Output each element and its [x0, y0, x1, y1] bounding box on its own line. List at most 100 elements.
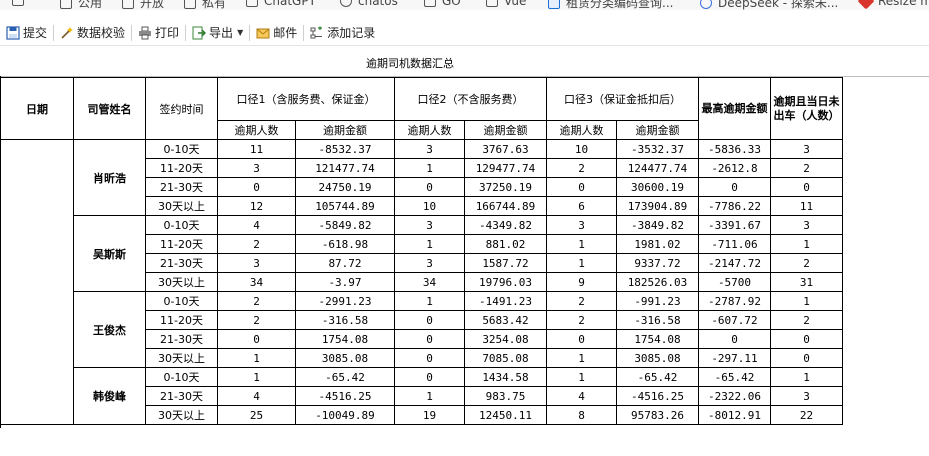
folder-icon	[424, 0, 436, 7]
submit-button[interactable]: 提交	[3, 22, 50, 44]
toolbar-divider	[131, 24, 133, 41]
caliber1-amount-cell: -5849.82	[295, 215, 395, 235]
caliber2-amount-cell: 3254.08	[464, 329, 547, 349]
caliber3-amount-cell: 173904.89	[616, 196, 699, 216]
caliber3-amount-cell: 1981.02	[616, 234, 699, 254]
sign-period-cell: 0-10天	[145, 215, 218, 235]
table-row: 肖昕浩 0-10天 11 -8532.37 3 3767.63 10 -3532.37 -583…	[0, 139, 843, 425]
export-button[interactable]: 导出 ▼	[189, 22, 246, 44]
bookmark-item[interactable]: Resize m...	[857, 0, 929, 10]
sign-period-cell: 30天以上	[145, 348, 218, 368]
folder-icon	[184, 0, 196, 9]
caliber1-amount-cell: -2991.23	[295, 291, 395, 311]
bookmark-item[interactable]: 租赁分类编码查询...	[548, 0, 673, 10]
caliber3-amount-cell: -65.42	[616, 367, 699, 387]
caliber3-count-cell: 9	[546, 272, 617, 292]
chevron-down-icon: ▼	[237, 28, 244, 37]
bookmark-item[interactable]: 公用	[60, 0, 102, 10]
toolbar-divider	[303, 24, 305, 41]
bookmark-item[interactable]: ChatGPT	[246, 0, 316, 8]
caliber3-count-cell: 2	[546, 310, 617, 330]
caliber1-count-cell: 1	[217, 367, 296, 387]
date-cell	[0, 139, 74, 425]
header-date: 日期	[0, 77, 74, 140]
submit-icon	[6, 25, 20, 40]
bookmark-item[interactable]: 开放	[122, 0, 164, 10]
print-button[interactable]: 打印	[135, 22, 182, 44]
bookmark-item[interactable]: 私有	[184, 0, 226, 10]
caliber1-count-cell: 3	[217, 253, 296, 273]
caliber2-amount-cell: 19796.03	[464, 272, 547, 292]
header-sign-time: 签约时间	[145, 77, 218, 140]
deepseek-icon	[700, 0, 712, 9]
caliber3-count-cell: 1	[546, 367, 617, 387]
bookmark-apps[interactable]	[12, 0, 24, 6]
caliber1-count-cell: 0	[217, 177, 296, 197]
header-count: 逾期人数	[217, 119, 296, 141]
caliber2-count-cell: 3	[394, 215, 465, 235]
resize-icon	[857, 0, 875, 10]
header-caliber3: 口径3（保证金抵扣后）	[546, 77, 699, 121]
folder-icon	[340, 0, 352, 7]
max-overdue-cell: -3391.67	[698, 215, 771, 235]
caliber1-count-cell: 11	[217, 139, 296, 159]
caliber1-amount-cell: 24750.19	[295, 177, 395, 197]
report-title: 逾期司机数据汇总	[366, 57, 454, 70]
caliber3-count-cell: 1	[546, 348, 617, 368]
caliber3-count-cell: 2	[546, 291, 617, 311]
max-overdue-cell: -2147.72	[698, 253, 771, 273]
overdue-summary-table: 日期 司管姓名 签约时间 口径1（含服务费、保证金） 口径2（不含服务费） 口径…	[0, 77, 843, 425]
caliber2-amount-cell: 1587.72	[464, 253, 547, 273]
bookmark-item[interactable]: chatos	[340, 0, 398, 8]
bookmark-item[interactable]: Vue	[486, 0, 526, 8]
header-overdue-not-out: 逾期且当日未出车（人数）	[770, 77, 843, 140]
caliber3-amount-cell: 1754.08	[616, 329, 699, 349]
validate-button[interactable]: 数据校验	[57, 22, 128, 44]
folder-icon	[486, 0, 498, 7]
caliber1-count-cell: 1	[217, 348, 296, 368]
caliber1-amount-cell: -65.42	[295, 367, 395, 387]
bookmark-item[interactable]: GO	[424, 0, 461, 8]
toolbar-divider	[185, 24, 187, 41]
caliber1-count-cell: 0	[217, 329, 296, 349]
caliber2-count-cell: 0	[394, 310, 465, 330]
caliber3-count-cell: 2	[546, 158, 617, 178]
caliber2-count-cell: 3	[394, 253, 465, 273]
overdue-not-out-cell: 0	[770, 177, 843, 197]
caliber2-amount-cell: 166744.89	[464, 196, 547, 216]
caliber2-amount-cell: 881.02	[464, 234, 547, 254]
sign-period-cell: 21-30天	[145, 177, 218, 197]
caliber2-count-cell: 1	[394, 158, 465, 178]
add-record-button[interactable]: 添加记录	[307, 22, 378, 44]
overdue-not-out-cell: 1	[770, 291, 843, 311]
printer-icon	[139, 26, 152, 39]
mail-button[interactable]: 邮件	[253, 22, 300, 44]
caliber3-count-cell: 6	[546, 196, 617, 216]
header-count: 逾期人数	[394, 119, 465, 141]
caliber3-amount-cell: 3085.08	[616, 348, 699, 368]
caliber2-count-cell: 0	[394, 329, 465, 349]
sign-period-cell: 0-10天	[145, 139, 218, 159]
bookmark-item[interactable]: DeepSeek - 探索未...	[700, 0, 838, 10]
table-row: 王俊杰 0-10天 2 -2991.23 1 -1491.23 2 -991.23 -2787.…	[1, 291, 843, 368]
table-row: 吴斯斯 0-10天 4 -5849.82 3 -4349.82 3 -3849.82 -3391…	[1, 215, 843, 292]
caliber1-count-cell: 4	[217, 215, 296, 235]
caliber2-amount-cell: -1491.23	[464, 291, 547, 311]
caliber1-count-cell: 25	[217, 405, 296, 425]
max-overdue-cell: -607.72	[698, 310, 771, 330]
caliber3-amount-cell: -3849.82	[616, 215, 699, 235]
report-toolbar: 提交 数据校验 打印 导出 ▼ 邮件 添加记录	[0, 20, 929, 46]
overdue-not-out-cell: 22	[770, 405, 843, 425]
header-amount: 逾期金额	[616, 119, 699, 141]
site-icon	[548, 0, 560, 9]
toolbar-divider	[53, 24, 55, 41]
max-overdue-cell: -7786.22	[698, 196, 771, 216]
caliber1-amount-cell: -8532.37	[295, 139, 395, 159]
add-record-icon	[310, 26, 323, 38]
overdue-not-out-cell: 1	[770, 367, 843, 387]
header-caliber1: 口径1（含服务费、保证金）	[217, 77, 395, 121]
overdue-not-out-cell: 1	[770, 234, 843, 254]
caliber2-count-cell: 1	[394, 291, 465, 311]
caliber2-amount-cell: -4349.82	[464, 215, 547, 235]
caliber2-count-cell: 0	[394, 177, 465, 197]
